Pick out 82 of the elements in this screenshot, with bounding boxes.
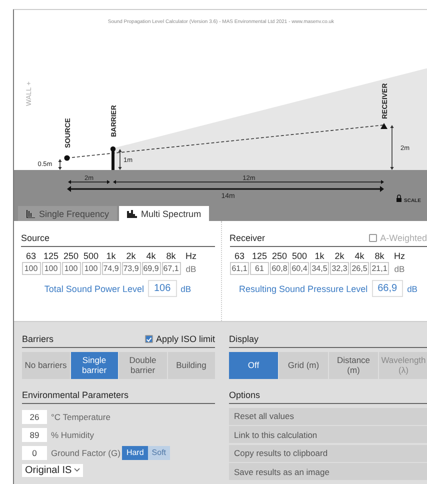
height-arrow <box>118 149 122 170</box>
chevron-down-icon <box>74 468 80 472</box>
barrier-post <box>110 146 116 170</box>
field-label: Ground Factor (G) <box>51 448 120 458</box>
panel-title: Receiver <box>230 233 266 243</box>
level-value: 100 <box>42 262 60 275</box>
level-value: 60,8 <box>270 262 289 275</box>
humidity-field[interactable]: 89 <box>22 428 47 442</box>
iso-limit-checkbox[interactable]: Apply ISO limit <box>144 334 215 344</box>
barrier-option[interactable]: Single barrier <box>70 352 118 379</box>
option-item[interactable]: Copy results to clipboard <box>229 444 427 462</box>
total-label: Resulting Sound Pressure Level <box>239 284 368 294</box>
display-option[interactable]: Off <box>229 352 278 379</box>
frequency-label: 1k <box>106 251 116 261</box>
frequency-label: 250 <box>272 251 288 261</box>
frequency-label: 1k <box>314 251 324 261</box>
tab[interactable]: Multi Spectrum <box>119 206 210 221</box>
frequency-label: 8k <box>374 251 384 261</box>
level-value: 26,5 <box>350 262 369 275</box>
height-arrow <box>390 125 394 170</box>
unit-label: dB <box>180 284 192 294</box>
unit-label: dB <box>394 262 405 275</box>
frequency-label: 125 <box>252 251 268 261</box>
level-value: 100 <box>82 262 100 275</box>
unit-label: Hz <box>186 251 196 261</box>
level-value: 73,9 <box>122 262 140 275</box>
receiver-triangle <box>380 123 388 129</box>
ground-toggle[interactable]: Hard <box>122 446 148 460</box>
frequency-label: 4k <box>146 251 156 261</box>
barrier-option[interactable]: Building <box>168 352 215 379</box>
frequency-label: 63 <box>26 251 36 261</box>
section-title: Options <box>229 390 260 400</box>
unit-label: dB <box>407 284 418 294</box>
dimension-arrow <box>68 180 110 184</box>
total-value: 106 <box>148 280 177 297</box>
frequency-label: 8k <box>166 251 176 261</box>
barrier-option[interactable]: Double barrier <box>119 352 166 379</box>
frequency-label: 2k <box>126 251 136 261</box>
section-title: Barriers <box>22 334 54 344</box>
total-value: 66,9 <box>372 280 404 297</box>
panel-title: Source <box>21 233 50 243</box>
option-item[interactable]: Reset all values <box>229 408 427 424</box>
frequency-label: 63 <box>234 251 244 261</box>
level-value: 61 <box>250 262 269 275</box>
temperature-field[interactable]: 26 <box>22 410 47 424</box>
standard-dropdown[interactable]: Original IS <box>22 464 83 476</box>
level-value: 100 <box>62 262 80 275</box>
level-value: 67,1 <box>162 262 180 275</box>
level-value: 69,9 <box>142 262 160 275</box>
option-item[interactable]: Save results as an image <box>229 463 427 480</box>
unit-label: dB <box>186 262 196 275</box>
frequency-label: 4k <box>354 251 364 261</box>
spectrum-icon <box>127 210 138 218</box>
frequency-label: 500 <box>83 251 99 261</box>
frequency-label: 250 <box>63 251 79 261</box>
field-label: % Humidity <box>51 430 94 440</box>
tab[interactable]: Single Frequency <box>18 206 118 221</box>
section-title: Display <box>229 334 259 344</box>
field-label: °C Temperature <box>51 412 110 422</box>
level-value: 100 <box>22 262 40 275</box>
lock-icon <box>396 194 402 202</box>
level-value: 34,5 <box>310 262 329 275</box>
barrier-option[interactable]: No barriers <box>22 352 70 379</box>
option-item[interactable]: Link to this calculation <box>229 426 427 443</box>
source-dot <box>64 155 70 161</box>
display-option[interactable]: Grid (m) <box>279 352 328 379</box>
frequency-label: 125 <box>43 251 59 261</box>
level-value: 74,9 <box>102 262 120 275</box>
height-arrow <box>58 159 62 170</box>
ground-toggle[interactable]: Soft <box>148 446 170 460</box>
level-value: 60,4 <box>290 262 309 275</box>
frequency-label: 2k <box>334 251 344 261</box>
display-option[interactable]: Distance (m) <box>329 352 378 379</box>
level-value: 21,1 <box>370 262 389 275</box>
unit-label: Hz <box>394 251 405 261</box>
level-value: 61,1 <box>230 262 249 275</box>
section-title: Environmental Parameters <box>22 390 129 400</box>
level-value: 32,3 <box>330 262 349 275</box>
ground-factor-field[interactable]: 0 <box>22 446 47 460</box>
frequency-label: 500 <box>292 251 308 261</box>
total-label: Total Sound Power Level <box>44 284 144 294</box>
check-icon <box>146 336 152 342</box>
